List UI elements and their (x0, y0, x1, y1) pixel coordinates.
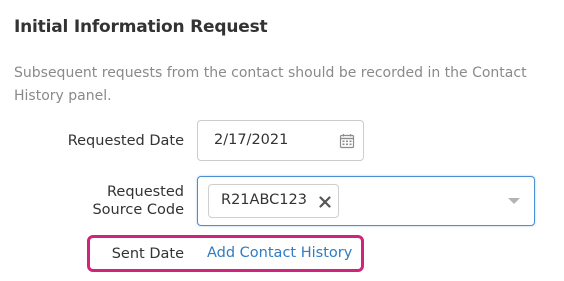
close-icon[interactable] (319, 196, 331, 208)
calendar-icon[interactable] (339, 133, 355, 149)
requested-source-code-select[interactable]: R21ABC123 (197, 176, 535, 226)
chevron-down-icon[interactable] (508, 198, 520, 204)
selected-tag-label: R21ABC123 (221, 192, 307, 208)
requested-date-input[interactable]: 2/17/2021 (197, 120, 364, 161)
requested-source-code-label-line2: Source Code (92, 202, 184, 218)
selected-tag: R21ABC123 (208, 184, 339, 218)
requested-date-value: 2/17/2021 (214, 132, 289, 148)
requested-date-label: Requested Date (67, 133, 184, 149)
section-title: Initial Information Request (14, 17, 268, 37)
highlight-annotation (87, 235, 364, 272)
section-description: Subsequent requests from the contact sho… (14, 65, 527, 104)
requested-source-code-label-line1: Requested (106, 184, 184, 200)
requested-source-code-label: Requested Source Code (92, 183, 184, 219)
